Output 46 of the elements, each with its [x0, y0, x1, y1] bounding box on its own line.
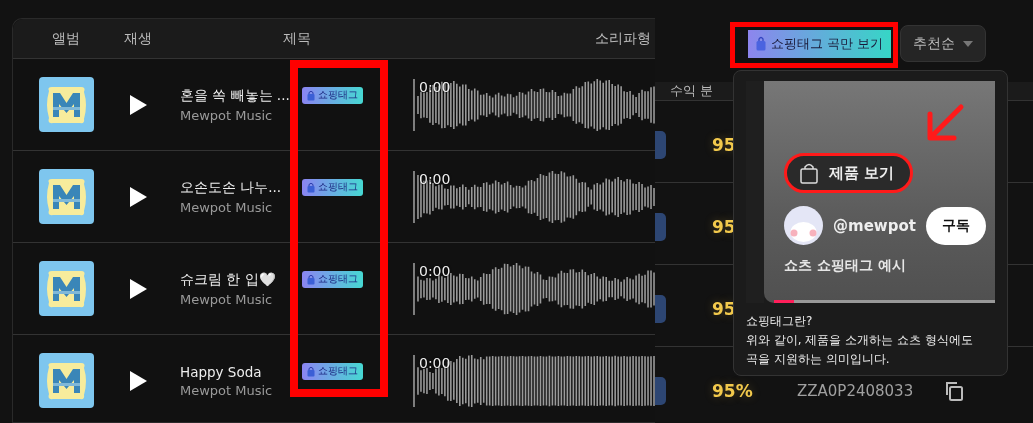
column-header: 소리파형 [594, 29, 652, 48]
revenue-share: 95 [712, 134, 737, 155]
time-label: 0:00 [419, 171, 451, 187]
album-cover [38, 353, 94, 408]
album-cover [38, 77, 94, 132]
shopping-tag-badge: 쇼핑태그 [302, 363, 363, 380]
shopping-tag-badge: 쇼핑태그 [302, 271, 363, 288]
popover-text: 위와 같이, 제품을 소개하는 쇼츠 형식에도 [746, 332, 974, 349]
video-caption: 쇼츠 쇼핑태그 예시 [784, 257, 906, 275]
column-header: 제목 [281, 29, 312, 48]
avatar [784, 206, 823, 245]
artist-name: Mewpot Music [180, 199, 273, 215]
artist-name: Mewpot Music [180, 291, 273, 307]
track-title: 슈크림 한 입🤍 [180, 270, 277, 289]
channel-name: @mewpot [833, 216, 916, 235]
album-cover [38, 169, 94, 224]
sort-dropdown[interactable]: 추천순 [900, 25, 986, 62]
shopping-tag-filter-button[interactable]: 쇼핑태그 곡만 보기 [747, 29, 891, 58]
time-label: 0:00 [419, 263, 451, 279]
artist-name: Mewpot Music [180, 107, 273, 123]
column-header: 재생 [123, 29, 153, 48]
track-title: Happy Soda [180, 363, 263, 380]
caret-icon [963, 40, 973, 47]
play-button[interactable] [128, 93, 148, 116]
revenue-share: 95 [712, 298, 737, 319]
arrow-icon [925, 103, 965, 143]
popover-heading: 쇼핑태그란? [746, 313, 814, 330]
track-title: 혼을 쏙 빼놓는 ... [180, 86, 290, 105]
play-button[interactable] [128, 185, 148, 208]
album-cover [38, 261, 94, 316]
revenue-share: 95% [712, 380, 754, 401]
subscribe-button[interactable]: 구독 [925, 206, 986, 245]
time-label: 0:00 [419, 355, 451, 371]
product-button[interactable]: 제품 보기 [784, 153, 914, 193]
song-code: ZZA0P2408033 [797, 381, 915, 400]
column-header: 앨범 [51, 29, 81, 48]
artist-name: Mewpot Music [180, 383, 273, 398]
play-button[interactable] [128, 277, 148, 300]
column-header: 수익 분 [670, 82, 714, 100]
popover-text: 곡을 지원하는 의미입니다. [746, 351, 891, 368]
play-button[interactable] [128, 369, 148, 392]
shopping-tag-badge: 쇼핑태그 [302, 179, 363, 196]
copy-icon[interactable] [945, 380, 965, 401]
track-title: 오손도손 나누... [180, 178, 283, 197]
revenue-share: 95 [712, 216, 737, 237]
shopping-tag-badge: 쇼핑태그 [302, 87, 363, 104]
